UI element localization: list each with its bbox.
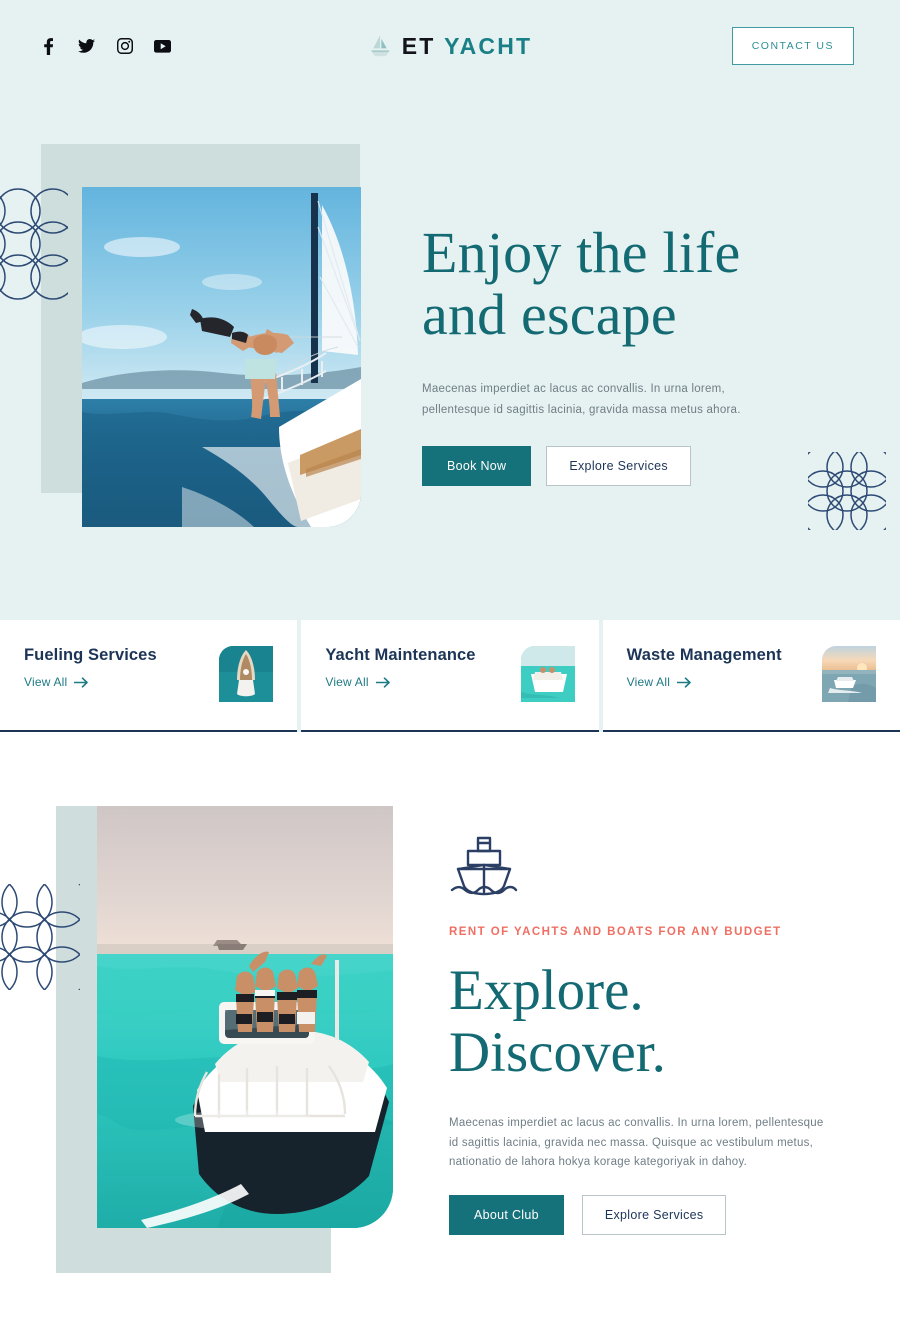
section2-title-line1: Explore. <box>449 959 644 1022</box>
about-club-button[interactable]: About Club <box>449 1194 564 1235</box>
logo-text-primary: ET <box>401 32 436 59</box>
service-card-maintenance[interactable]: Yacht Maintenance View All <box>297 620 599 732</box>
hero-button-row: Book Now Explore Services <box>422 446 822 486</box>
view-all-link[interactable]: View All <box>325 675 475 689</box>
service-cards-row: Fueling Services View All Yacht Maintena… <box>0 620 900 732</box>
service-card-title: Waste Management <box>626 646 782 664</box>
logo-text-accent: YACHT <box>444 32 533 59</box>
arrow-right-icon <box>375 677 390 688</box>
hero-title-line2: and escape <box>422 282 677 347</box>
section2-explore-services-button[interactable]: Explore Services <box>581 1194 727 1235</box>
hero-text-block: Enjoy the life and escape Maecenas imper… <box>422 222 822 486</box>
section2-paragraph: Maecenas imperdiet ac lacus ac convallis… <box>449 1117 824 1168</box>
site-header: ET YACHT CONTACT US <box>0 0 900 92</box>
hero-title-line1: Enjoy the life <box>422 220 741 285</box>
hero-explore-services-button[interactable]: Explore Services <box>546 446 691 486</box>
view-all-link[interactable]: View All <box>24 675 157 689</box>
sailboat-icon <box>371 34 390 56</box>
section2-button-row: About Club Explore Services <box>449 1194 849 1235</box>
social-links <box>40 37 171 55</box>
lattice-ornament-section2 <box>0 884 80 990</box>
view-all-label: View All <box>626 675 671 690</box>
instagram-icon[interactable] <box>116 38 133 55</box>
section2-title: Explore. Discover. <box>449 960 849 1084</box>
service-card-thumbnail <box>821 646 876 702</box>
twitter-icon[interactable] <box>78 38 95 55</box>
service-card-thumbnail <box>219 646 274 702</box>
ship-front-icon <box>450 836 518 896</box>
service-card-title: Yacht Maintenance <box>325 646 476 664</box>
arrow-right-icon <box>74 677 89 688</box>
section2-image <box>97 806 393 1228</box>
service-card-fueling[interactable]: Fueling Services View All <box>0 620 298 732</box>
view-all-label: View All <box>24 675 68 690</box>
facebook-icon[interactable] <box>40 37 57 55</box>
hero-title: Enjoy the life and escape <box>422 222 822 346</box>
service-card-thumbnail <box>520 646 575 702</box>
service-card-title: Fueling Services <box>24 646 157 664</box>
contact-us-button[interactable]: CONTACT US <box>731 27 854 65</box>
hero-image <box>82 187 361 527</box>
arrow-right-icon <box>677 677 691 688</box>
book-now-button[interactable]: Book Now <box>422 446 532 486</box>
section2-text-block: RENT OF YACHTS AND BOATS FOR ANY BUDGET … <box>449 836 849 1235</box>
landing-page: ET YACHT CONTACT US Enjoy the life and e… <box>0 0 900 1337</box>
section2-title-line2: Discover. <box>449 1021 666 1084</box>
site-logo[interactable]: ET YACHT <box>368 33 533 60</box>
youtube-icon[interactable] <box>154 38 171 55</box>
lattice-ornament-hero-left <box>0 186 68 302</box>
view-all-label: View All <box>325 675 369 690</box>
view-all-link[interactable]: View All <box>627 675 782 689</box>
hero-paragraph: Maecenas imperdiet ac lacus ac convallis… <box>422 383 741 416</box>
service-card-waste[interactable]: Waste Management View All <box>598 620 900 732</box>
section2-eyebrow: RENT OF YACHTS AND BOATS FOR ANY BUDGET <box>449 926 782 938</box>
